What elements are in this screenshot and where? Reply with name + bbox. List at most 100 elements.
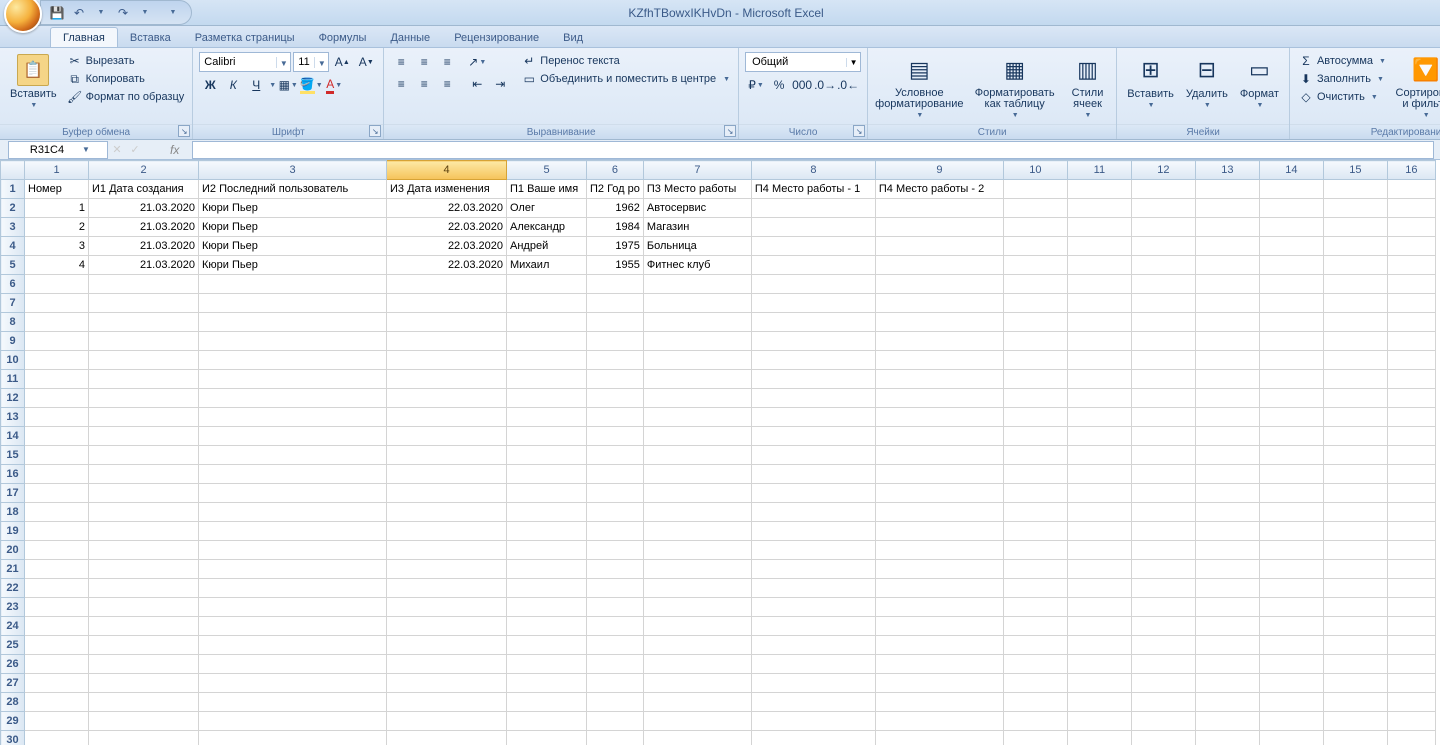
cell[interactable]: Кюри Пьер [199,199,387,218]
cell[interactable] [1067,389,1131,408]
cell[interactable] [387,313,507,332]
row-header-26[interactable]: 26 [1,655,25,674]
cell[interactable] [751,636,875,655]
cell[interactable] [1067,560,1131,579]
row-header-7[interactable]: 7 [1,294,25,313]
cell[interactable] [1131,389,1195,408]
cell[interactable] [1131,560,1195,579]
font-color-button[interactable]: A▼ [323,75,345,95]
cell[interactable] [25,655,89,674]
cell[interactable] [89,522,199,541]
cell[interactable] [643,712,751,731]
cell[interactable] [387,332,507,351]
cell[interactable] [1067,351,1131,370]
cell[interactable] [1387,370,1435,389]
cell[interactable] [1131,237,1195,256]
cell[interactable] [587,712,644,731]
cell[interactable] [1323,617,1387,636]
tab-данные[interactable]: Данные [378,28,442,47]
cell[interactable] [1195,465,1259,484]
cell[interactable] [89,655,199,674]
cell[interactable] [751,522,875,541]
cell[interactable]: 1984 [587,218,644,237]
cell[interactable] [1259,427,1323,446]
cell[interactable] [1195,541,1259,560]
name-box-dropdown[interactable]: ▼ [79,145,93,154]
cell[interactable] [1387,617,1435,636]
cell[interactable] [1195,256,1259,275]
row-header-1[interactable]: 1 [1,180,25,199]
row-header-16[interactable]: 16 [1,465,25,484]
cell[interactable] [751,237,875,256]
col-header-1[interactable]: 1 [25,161,89,180]
cell[interactable] [1323,199,1387,218]
cell[interactable] [199,408,387,427]
cell[interactable] [25,674,89,693]
cell[interactable] [875,294,1003,313]
cell[interactable] [751,731,875,745]
cell[interactable] [1259,541,1323,560]
cell[interactable] [1131,712,1195,731]
row-header-27[interactable]: 27 [1,674,25,693]
cell[interactable] [1067,541,1131,560]
cell[interactable] [875,655,1003,674]
cell[interactable] [587,313,644,332]
align-top-button[interactable]: ≡ [390,52,412,72]
name-box-input[interactable] [9,144,79,156]
cell[interactable] [387,370,507,389]
cell[interactable] [89,503,199,522]
cell[interactable] [587,598,644,617]
cell[interactable] [1003,199,1067,218]
col-header-10[interactable]: 10 [1003,161,1067,180]
cell[interactable] [387,446,507,465]
cell[interactable] [387,408,507,427]
row-header-10[interactable]: 10 [1,351,25,370]
cell[interactable] [1067,579,1131,598]
cell[interactable] [751,256,875,275]
cell[interactable] [1131,617,1195,636]
cell[interactable] [1131,598,1195,617]
cell[interactable] [1067,522,1131,541]
cell[interactable] [25,408,89,427]
cell[interactable] [1387,313,1435,332]
row-header-18[interactable]: 18 [1,503,25,522]
cell[interactable] [1387,256,1435,275]
cell[interactable] [387,731,507,745]
cell[interactable] [1323,351,1387,370]
font-name-combo[interactable]: ▼ [199,52,291,72]
cell[interactable] [751,617,875,636]
cell[interactable]: 21.03.2020 [89,199,199,218]
cell[interactable]: Олег [507,199,587,218]
cell[interactable] [387,427,507,446]
cell[interactable] [643,351,751,370]
cell[interactable] [387,617,507,636]
increase-decimal-button[interactable]: .0→ [814,75,836,95]
row-header-12[interactable]: 12 [1,389,25,408]
cell[interactable] [1387,427,1435,446]
cell[interactable]: 22.03.2020 [387,256,507,275]
cell[interactable] [199,484,387,503]
cell[interactable] [1259,484,1323,503]
cell[interactable] [751,560,875,579]
cell[interactable] [1067,218,1131,237]
cell[interactable] [1131,503,1195,522]
col-header-6[interactable]: 6 [587,161,644,180]
cell[interactable] [387,579,507,598]
cell[interactable] [1387,351,1435,370]
cell[interactable] [1195,503,1259,522]
col-header-11[interactable]: 11 [1067,161,1131,180]
cell[interactable] [387,465,507,484]
cell[interactable] [1195,427,1259,446]
cell[interactable] [1323,674,1387,693]
cell[interactable] [387,351,507,370]
tab-главная[interactable]: Главная [50,27,118,47]
col-header-13[interactable]: 13 [1195,161,1259,180]
cell[interactable] [89,484,199,503]
row-header-14[interactable]: 14 [1,427,25,446]
cell[interactable] [587,522,644,541]
shrink-font-button[interactable]: A▼ [355,52,377,72]
fill-button[interactable]: ⬇Заполнить▼ [1296,70,1388,88]
cell[interactable] [89,560,199,579]
cell[interactable] [25,598,89,617]
cell[interactable] [1323,731,1387,745]
